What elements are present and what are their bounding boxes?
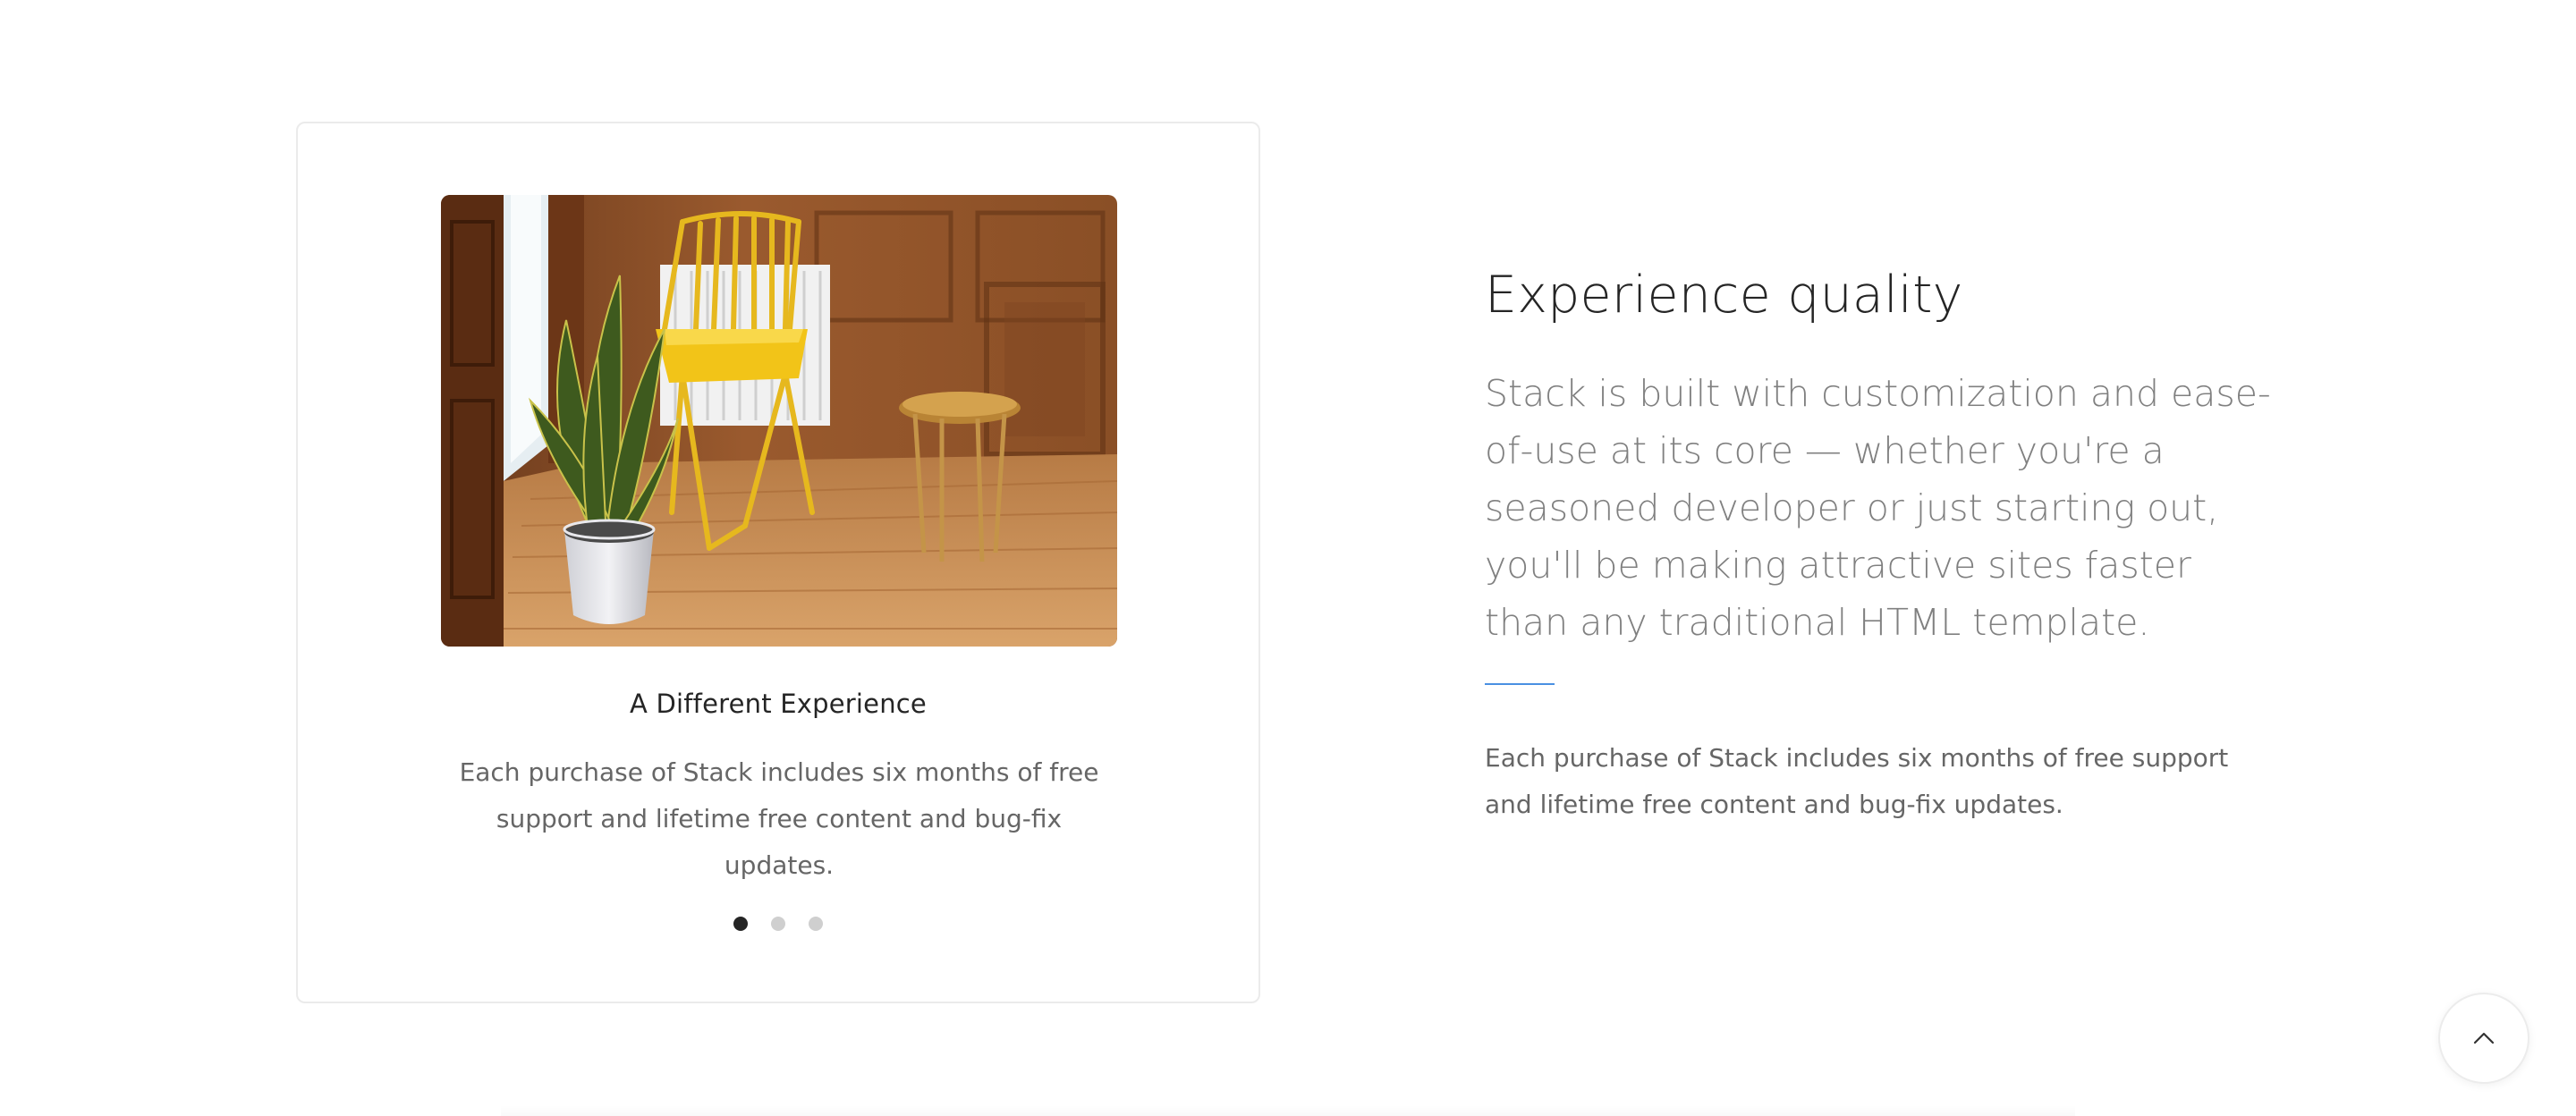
section-heading: Experience quality	[1485, 266, 1963, 325]
card-title: A Different Experience	[630, 689, 927, 719]
slide-dot-2[interactable]	[771, 917, 785, 931]
card-description: Each purchase of Stack includes six mont…	[459, 757, 1099, 880]
accent-divider	[1485, 683, 1555, 685]
slide-dot-1[interactable]	[733, 917, 748, 931]
slider-pagination	[298, 917, 1258, 931]
lead-paragraph: Stack is built with customization and ea…	[1485, 372, 2271, 644]
back-to-top-button[interactable]	[2438, 993, 2529, 1084]
feature-image	[441, 195, 1117, 647]
content-section: Experience quality Stack is built with c…	[1485, 259, 2272, 828]
section-bottom-shadow	[501, 1105, 2075, 1116]
page: A Different Experience Each purchase of …	[0, 0, 2576, 1116]
room-photo-illustration	[441, 195, 1117, 647]
slide-dot-3[interactable]	[809, 917, 823, 931]
chevron-up-icon	[2473, 1032, 2495, 1044]
feature-card: A Different Experience Each purchase of …	[296, 122, 1260, 1003]
body-paragraph: Each purchase of Stack includes six mont…	[1485, 743, 2229, 819]
